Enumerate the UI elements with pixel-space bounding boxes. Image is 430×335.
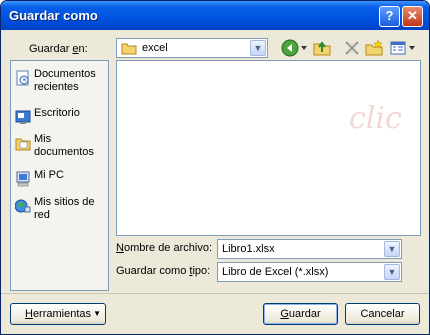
save-in-label: Guardar en:: [29, 43, 88, 55]
chevron-down-icon: ▼: [93, 309, 101, 318]
title-bar[interactable]: Guardar como ? ✕: [1, 1, 429, 30]
views-icon[interactable]: [389, 39, 407, 57]
up-folder-icon[interactable]: [313, 39, 331, 57]
place-label: Documentos recientes: [34, 68, 96, 93]
place-network[interactable]: Mis sitios de red: [13, 196, 108, 224]
save-in-value: excel: [142, 42, 168, 54]
dialog-title: Guardar como: [9, 8, 98, 23]
filetype-value: Libro de Excel (*.xlsx): [222, 266, 329, 278]
filename-value: Libro1.xlsx: [222, 243, 275, 255]
place-my-documents[interactable]: Mis documentos: [13, 133, 108, 161]
filename-label: Nombre de archivo:: [116, 242, 212, 254]
chevron-down-icon[interactable]: ▼: [384, 241, 400, 257]
place-label: Mis documentos: [34, 133, 94, 158]
save-as-dialog: Guardar como ? ✕ Guardar en: excel ▼ Doc…: [0, 0, 430, 335]
file-list[interactable]: aula clic: [116, 60, 421, 236]
cancel-button[interactable]: Cancelar: [345, 303, 420, 325]
new-folder-icon[interactable]: [365, 39, 383, 57]
desktop-icon: [15, 110, 31, 124]
back-icon[interactable]: [281, 39, 299, 57]
place-label: Escritorio: [34, 107, 80, 119]
filename-field[interactable]: Libro1.xlsx ▼: [217, 239, 402, 259]
save-in-combo[interactable]: excel ▼: [116, 38, 268, 58]
filetype-select[interactable]: Libro de Excel (*.xlsx) ▼: [217, 262, 402, 282]
place-my-computer[interactable]: Mi PC: [13, 169, 108, 187]
my-documents-icon: [15, 138, 31, 151]
save-button[interactable]: Guardar: [263, 303, 338, 325]
place-label: Mis sitios de red: [34, 196, 95, 221]
place-desktop[interactable]: Escritorio: [13, 107, 108, 125]
views-dropdown-icon[interactable]: [409, 45, 415, 51]
place-label: Mi PC: [34, 169, 64, 181]
places-bar: Documentos recientes Escritorio Mis docu…: [10, 60, 109, 291]
folder-icon: [121, 43, 137, 55]
delete-icon[interactable]: [343, 39, 361, 57]
back-dropdown-icon[interactable]: [301, 45, 307, 51]
help-button[interactable]: ?: [379, 6, 400, 27]
chevron-down-icon[interactable]: ▼: [250, 40, 266, 56]
my-computer-icon: [16, 171, 30, 187]
close-button[interactable]: ✕: [402, 6, 423, 27]
chevron-down-icon[interactable]: ▼: [384, 264, 400, 280]
watermark-clic: clic: [349, 101, 402, 136]
tools-button[interactable]: Herramientas ▼: [10, 303, 106, 325]
recent-documents-icon: [16, 70, 29, 86]
place-recent-documents[interactable]: Documentos recientes: [13, 68, 108, 96]
divider: [1, 293, 429, 294]
filetype-label: Guardar como tipo:: [116, 265, 211, 277]
network-places-icon: [15, 199, 31, 213]
